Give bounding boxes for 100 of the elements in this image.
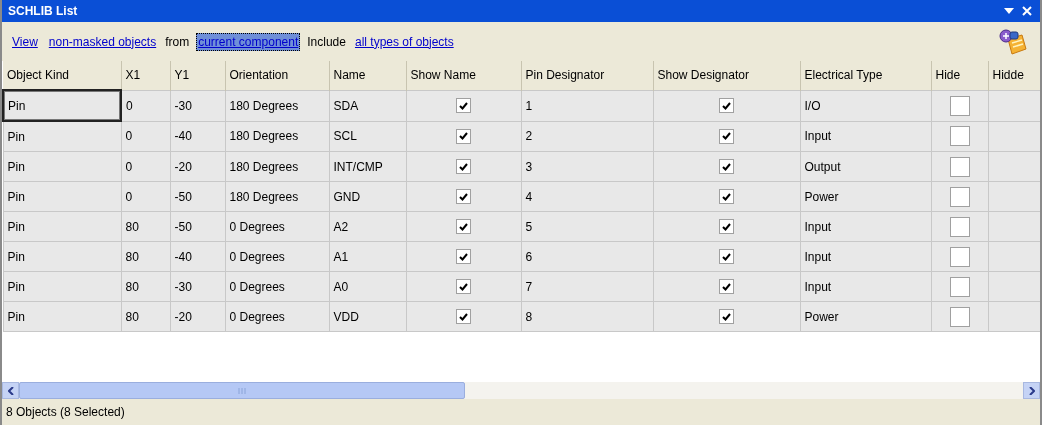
- column-header[interactable]: Show Designator: [653, 61, 800, 90]
- table-cell: -20: [170, 301, 225, 332]
- table-cell: VDD: [329, 301, 406, 332]
- checkbox[interactable]: [949, 156, 970, 177]
- table-cell: 0 Degrees: [225, 301, 329, 332]
- table-cell: A0: [329, 271, 406, 302]
- checkbox[interactable]: [456, 98, 471, 114]
- table-cell: Pin: [3, 151, 121, 182]
- checkbox[interactable]: [719, 159, 734, 175]
- filter-link[interactable]: current component: [196, 32, 301, 51]
- checkbox[interactable]: [456, 279, 471, 295]
- check-icon: [722, 282, 731, 291]
- table-cell: Pin: [3, 181, 121, 212]
- checkbox[interactable]: [456, 309, 471, 325]
- checkbox[interactable]: [456, 189, 471, 205]
- table-row[interactable]: Pin 80 -50 0 Degrees A2 5 Input: [3, 211, 1040, 242]
- table-cell: Pin: [3, 90, 121, 121]
- check-icon: [459, 132, 468, 141]
- table-row[interactable]: Pin 0 -50 180 Degrees GND 4 Power: [3, 181, 1040, 212]
- checkbox[interactable]: [456, 128, 471, 144]
- check-icon: [459, 101, 468, 110]
- close-icon[interactable]: [1022, 6, 1032, 16]
- check-icon: [722, 132, 731, 141]
- status-text: 8 Objects (8 Selected): [6, 405, 125, 419]
- scroll-left-button[interactable]: [2, 382, 19, 399]
- checkbox[interactable]: [719, 249, 734, 265]
- checkbox[interactable]: [949, 216, 970, 237]
- column-header[interactable]: Hide: [931, 61, 988, 90]
- table-cell: I/O: [800, 90, 931, 121]
- table-cell: Input: [800, 211, 931, 242]
- table-cell: Pin: [3, 271, 121, 302]
- checkbox[interactable]: [949, 246, 970, 267]
- table-cell: -30: [170, 90, 225, 121]
- scroll-right-button[interactable]: [1023, 382, 1040, 399]
- table-cell: Output: [800, 151, 931, 182]
- table-cell: 7: [521, 271, 653, 302]
- column-header[interactable]: X1: [121, 61, 170, 90]
- checkbox[interactable]: [719, 309, 734, 325]
- table-cell: -30: [170, 271, 225, 302]
- table-cell: 2: [521, 121, 653, 152]
- scroll-thumb[interactable]: [19, 382, 465, 399]
- table-cell: -50: [170, 181, 225, 212]
- table-cell: INT/CMP: [329, 151, 406, 182]
- table-cell: Power: [800, 181, 931, 212]
- dropdown-icon[interactable]: [1004, 7, 1014, 15]
- table-cell: Input: [800, 121, 931, 152]
- column-header[interactable]: Orientation: [225, 61, 329, 90]
- filter-link[interactable]: all types of objects: [352, 32, 456, 51]
- checkbox[interactable]: [949, 276, 970, 297]
- checkbox[interactable]: [456, 159, 471, 175]
- table-cell: 5: [521, 211, 653, 242]
- table-cell: GND: [329, 181, 406, 212]
- table-cell: 0 Degrees: [225, 211, 329, 242]
- checkbox[interactable]: [719, 98, 734, 114]
- checkbox[interactable]: [719, 279, 734, 295]
- table-cell: -40: [170, 241, 225, 272]
- filter-link[interactable]: non-masked objects: [46, 32, 159, 51]
- column-header[interactable]: Electrical Type: [800, 61, 931, 90]
- checkbox[interactable]: [456, 249, 471, 265]
- check-icon: [722, 162, 731, 171]
- filter-label: from: [165, 34, 190, 49]
- table-cell: 1: [521, 90, 653, 121]
- table-row[interactable]: Pin 80 -40 0 Degrees A1 6 Input: [3, 241, 1040, 272]
- checkbox[interactable]: [949, 306, 970, 327]
- table-row[interactable]: Pin 80 -20 0 Degrees VDD 8 Power: [3, 301, 1040, 332]
- table-cell: SCL: [329, 121, 406, 152]
- table-cell: A1: [329, 241, 406, 272]
- table-cell: 180 Degrees: [225, 90, 329, 121]
- checkbox[interactable]: [949, 126, 970, 147]
- checkbox[interactable]: [719, 128, 734, 144]
- table-row[interactable]: Pin 0 -30 180 Degrees SDA 1 I/O: [3, 90, 1040, 121]
- table-cell: -40: [170, 121, 225, 152]
- table-cell: 0: [121, 90, 170, 121]
- filter-wizard-icon[interactable]: [998, 26, 1028, 57]
- check-icon: [459, 222, 468, 231]
- checkbox[interactable]: [456, 219, 471, 235]
- checkbox[interactable]: [949, 186, 970, 207]
- check-icon: [459, 162, 468, 171]
- table-cell: A2: [329, 211, 406, 242]
- column-header[interactable]: Object Kind: [3, 61, 121, 90]
- column-header[interactable]: Hidde: [988, 61, 1040, 90]
- table-cell: -20: [170, 151, 225, 182]
- column-header[interactable]: Show Name: [406, 61, 521, 90]
- table-row[interactable]: Pin 0 -20 180 Degrees INT/CMP 3 Output: [3, 151, 1040, 182]
- table-cell: SDA: [329, 90, 406, 121]
- column-header[interactable]: Name: [329, 61, 406, 90]
- checkbox[interactable]: [719, 189, 734, 205]
- checkbox[interactable]: [719, 219, 734, 235]
- column-header[interactable]: Pin Designator: [521, 61, 653, 90]
- table-cell: Input: [800, 271, 931, 302]
- filter-link[interactable]: View: [10, 32, 40, 51]
- table-cell: 0: [121, 121, 170, 152]
- table-row[interactable]: Pin 80 -30 0 Degrees A0 7 Input: [3, 271, 1040, 302]
- table-cell: Pin: [3, 241, 121, 272]
- table-row[interactable]: Pin 0 -40 180 Degrees SCL 2 Input: [3, 121, 1040, 152]
- table-cell: 180 Degrees: [225, 151, 329, 182]
- checkbox[interactable]: [949, 95, 970, 116]
- table-cell: 3: [521, 151, 653, 182]
- horizontal-scrollbar[interactable]: [2, 382, 1040, 399]
- column-header[interactable]: Y1: [170, 61, 225, 90]
